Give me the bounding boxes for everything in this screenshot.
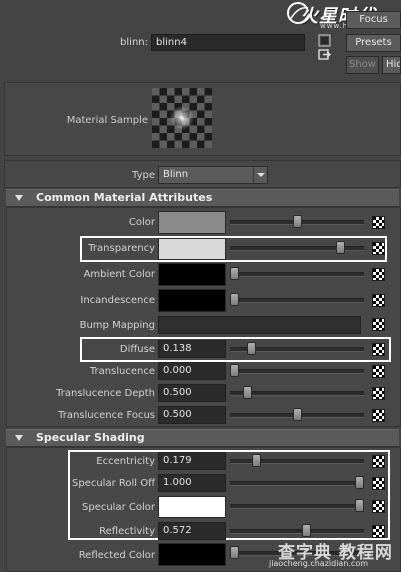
specular-roll-off-map-button[interactable] (372, 477, 385, 490)
section-specular-shading[interactable]: Specular Shading (6, 429, 399, 447)
specular-color-label: Specular Color (82, 502, 155, 513)
go-to-output-icon[interactable] (318, 48, 332, 61)
show-button[interactable]: Show (346, 56, 379, 74)
slider-handle[interactable] (230, 267, 239, 280)
focus-button[interactable]: Focus (346, 11, 401, 29)
slider-handle[interactable] (242, 386, 252, 399)
type-label: Type (132, 170, 155, 181)
translucence-slider[interactable] (230, 369, 364, 374)
material-sample-swatch (152, 88, 212, 148)
eccentricity-map-button[interactable] (372, 455, 385, 468)
translucence-focus-map-button[interactable] (372, 409, 385, 422)
translucence-depth-label: Translucence Depth (56, 388, 155, 399)
slider-handle[interactable] (336, 241, 346, 254)
slider-handle[interactable] (301, 524, 311, 537)
slider-handle[interactable] (230, 364, 239, 377)
bump-mapping-field[interactable] (158, 316, 361, 334)
reflectivity-slider[interactable] (230, 529, 364, 534)
slider-handle[interactable] (292, 408, 302, 421)
ambient-color-label: Ambient Color (83, 269, 155, 280)
ambient-color-map-button[interactable] (372, 268, 385, 281)
ambient-color-slider[interactable] (230, 272, 364, 277)
specular-color-map-button[interactable] (372, 500, 385, 513)
translucence-label: Translucence (89, 366, 155, 377)
chevron-down-icon[interactable] (253, 167, 267, 183)
specular-color-swatch[interactable] (158, 496, 226, 518)
diffuse-map-button[interactable] (372, 343, 385, 356)
diffuse-label: Diffuse (119, 344, 155, 355)
translucence-focus-label: Translucence Focus (58, 410, 155, 421)
incandescence-slider[interactable] (230, 298, 364, 303)
slider-handle[interactable] (252, 454, 262, 467)
section-common-material-attributes[interactable]: Common Material Attributes (6, 189, 399, 207)
incandescence-label: Incandescence (80, 295, 155, 306)
transparency-swatch[interactable] (158, 238, 226, 260)
node-name-label: blinn: (120, 37, 148, 48)
eccentricity-slider[interactable] (230, 459, 364, 464)
reflectivity-map-button[interactable] (372, 525, 385, 538)
reflectivity-field[interactable]: 0.572 (158, 522, 226, 540)
reflected-color-label: Reflected Color (78, 550, 155, 561)
slider-handle[interactable] (292, 215, 302, 228)
slider-handle[interactable] (355, 476, 364, 489)
translucence-depth-field[interactable]: 0.500 (158, 384, 226, 402)
ambient-color-swatch[interactable] (158, 263, 226, 286)
transparency-label: Transparency (88, 243, 155, 254)
material-sample-label: Material Sample (66, 115, 148, 126)
specular-roll-off-slider[interactable] (230, 481, 364, 486)
eccentricity-label: Eccentricity (96, 456, 155, 467)
focus-icon[interactable] (318, 34, 331, 47)
slider-handle[interactable] (247, 342, 257, 355)
watermark-url: jiaocheng.chazidian.com (269, 559, 369, 568)
translucence-map-button[interactable] (372, 365, 385, 378)
collapse-triangle-icon[interactable] (15, 195, 23, 201)
specular-color-slider[interactable] (230, 504, 364, 509)
eccentricity-field[interactable]: 0.179 (158, 452, 226, 470)
reflectivity-label: Reflectivity (99, 526, 155, 537)
type-dropdown[interactable]: Blinn (158, 166, 268, 184)
incandescence-swatch[interactable] (158, 289, 226, 312)
translucence-field[interactable]: 0.000 (158, 362, 226, 380)
color-label: Color (128, 217, 155, 228)
color-swatch[interactable] (158, 211, 226, 234)
transparency-map-button[interactable] (372, 242, 385, 255)
presets-button[interactable]: Presets (346, 34, 401, 52)
slider-handle[interactable] (230, 293, 239, 306)
translucence-depth-map-button[interactable] (372, 387, 385, 400)
hide-button[interactable]: Hide (382, 56, 401, 74)
specular-roll-off-label: Specular Roll Off (72, 478, 155, 489)
diffuse-field[interactable]: 0.138 (158, 340, 226, 358)
specular-roll-off-field[interactable]: 1.000 (158, 474, 226, 492)
translucence-focus-field[interactable]: 0.500 (158, 406, 226, 424)
slider-handle[interactable] (230, 546, 239, 559)
bump-mapping-map-button[interactable] (372, 318, 385, 331)
reflected-color-swatch[interactable] (158, 543, 226, 566)
slider-handle[interactable] (355, 499, 364, 512)
node-name-field[interactable]: blinn4 (151, 34, 305, 51)
bump-mapping-label: Bump Mapping (79, 320, 155, 331)
incandescence-map-button[interactable] (372, 294, 385, 307)
collapse-triangle-icon[interactable] (15, 435, 23, 441)
color-map-button[interactable] (372, 216, 385, 229)
